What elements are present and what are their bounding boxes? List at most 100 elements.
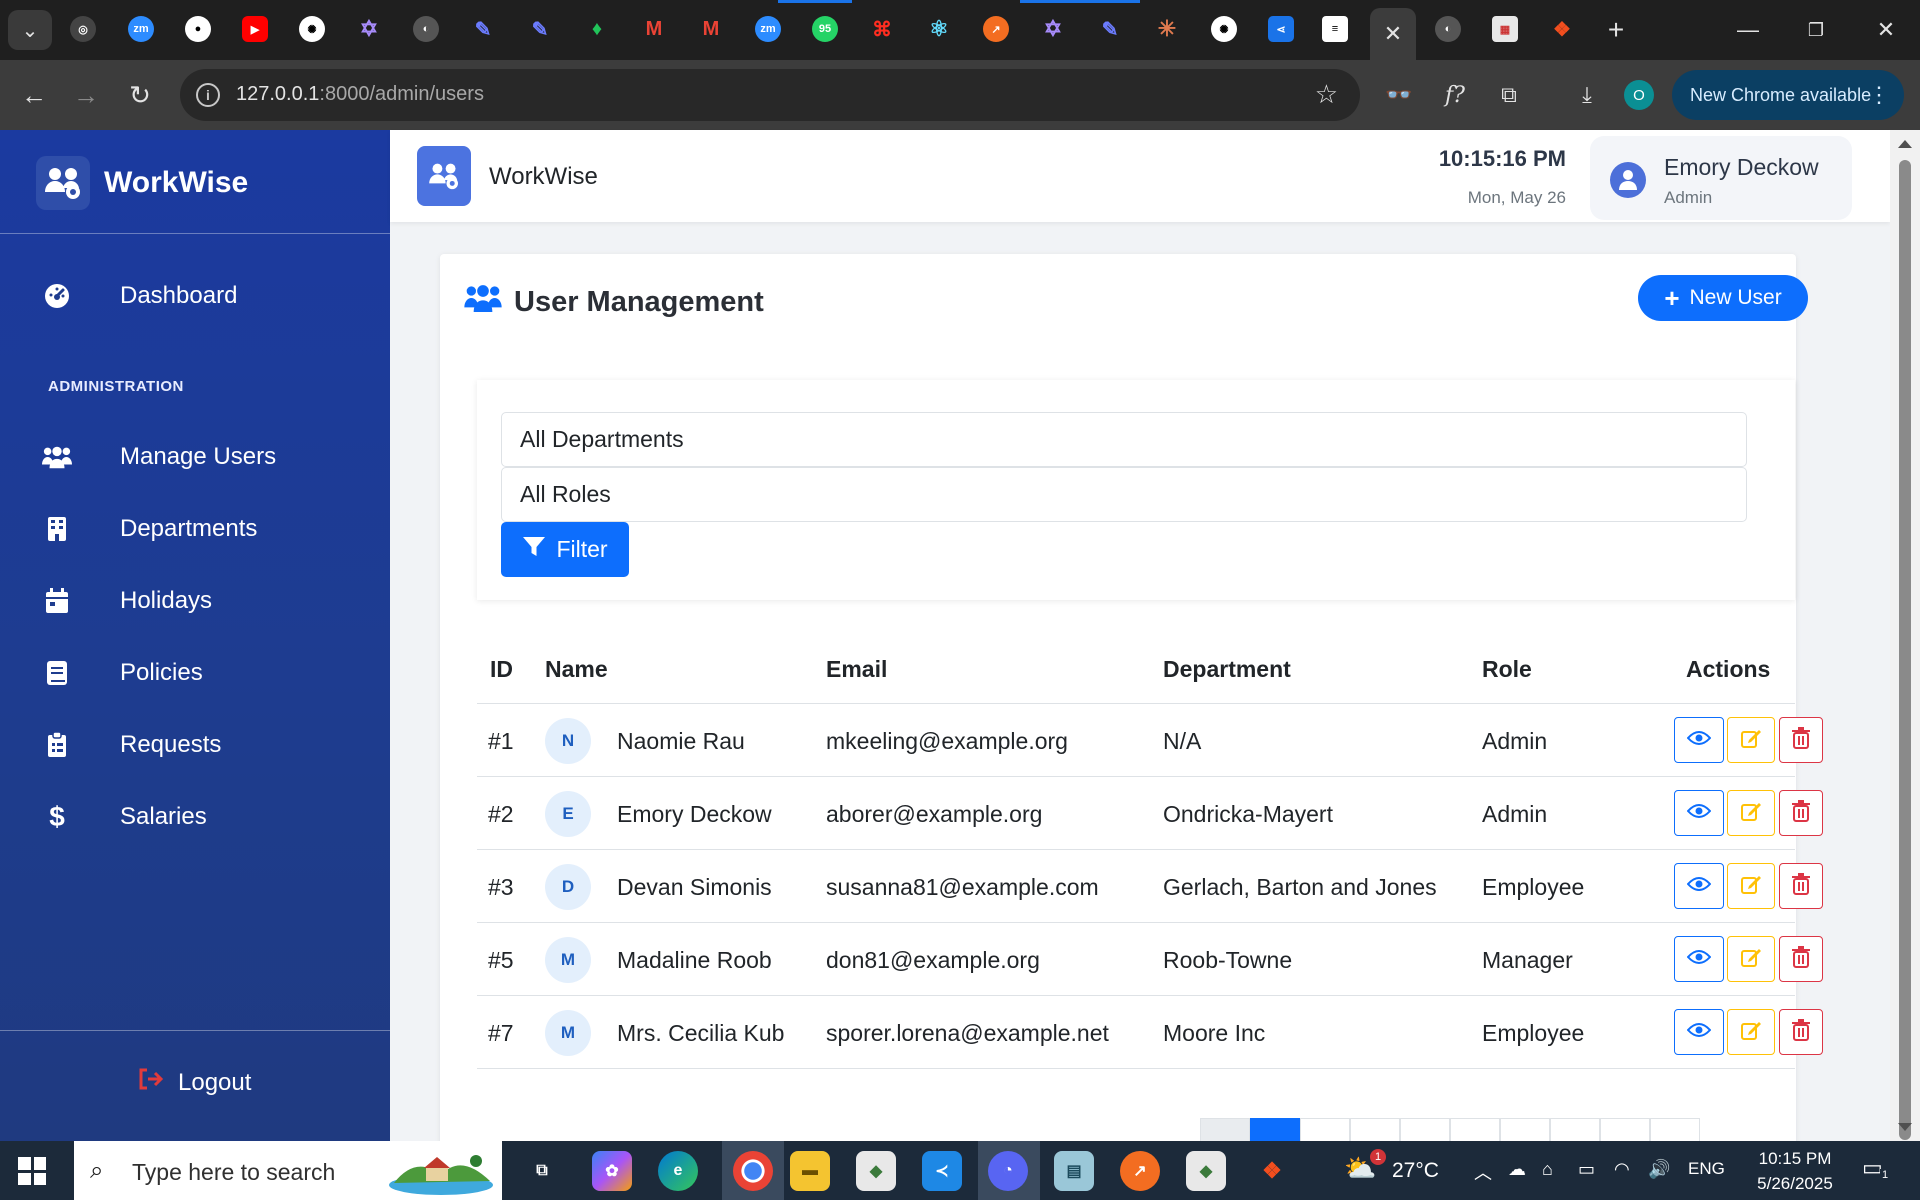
- sidebar-brand[interactable]: WorkWise: [36, 156, 248, 210]
- extension-font-icon[interactable]: f?: [1438, 78, 1472, 112]
- chrome-tab-icon[interactable]: ◎: [70, 16, 96, 42]
- gmail-tab-icon[interactable]: M: [698, 16, 724, 42]
- sidebar-item-requests[interactable]: Requests: [0, 715, 390, 775]
- edit-button[interactable]: [1727, 717, 1775, 763]
- terminal-tab-icon[interactable]: ≡: [1322, 16, 1348, 42]
- openai-tab-icon[interactable]: ✺: [299, 16, 325, 42]
- discord-icon[interactable]: ◔: [988, 1151, 1028, 1191]
- share-tab-icon[interactable]: ⋖: [1268, 16, 1294, 42]
- claude-tab-icon[interactable]: ✳: [1154, 16, 1180, 42]
- zoom-tab-icon[interactable]: zm: [128, 16, 154, 42]
- chrome-icon[interactable]: [733, 1151, 773, 1191]
- deepseek-tab-icon[interactable]: ✎: [470, 16, 496, 42]
- delete-button[interactable]: [1779, 936, 1823, 982]
- taskbar-search[interactable]: ⌕ Type here to search: [74, 1141, 502, 1200]
- gmail-tab-icon[interactable]: M: [641, 16, 667, 42]
- page-current[interactable]: [1250, 1118, 1300, 1142]
- sidebar-item-departments[interactable]: Departments: [0, 499, 390, 559]
- notification-icon[interactable]: ▭ 1: [1862, 1155, 1896, 1187]
- globe-tab-icon[interactable]: ◐: [1435, 16, 1461, 42]
- volume-icon[interactable]: 🔊: [1648, 1159, 1670, 1180]
- active-tab-close-icon[interactable]: ✕: [1370, 8, 1416, 60]
- logout-button[interactable]: Logout: [138, 1068, 251, 1097]
- taskbar-clock[interactable]: 10:15 PM 5/26/2025: [1740, 1146, 1850, 1196]
- minimize-window-button[interactable]: —: [1720, 10, 1776, 50]
- view-button[interactable]: [1674, 1009, 1724, 1055]
- mongodb-tab-icon[interactable]: ♦: [584, 16, 610, 42]
- github-tab-icon[interactable]: ●: [185, 16, 211, 42]
- windows-start-button[interactable]: [18, 1157, 46, 1185]
- git-app-icon[interactable]: ◆: [856, 1151, 896, 1191]
- star-tab-icon[interactable]: ✡: [1040, 16, 1066, 42]
- image-tab-icon[interactable]: ▦: [1492, 16, 1518, 42]
- site-info-icon[interactable]: i: [196, 83, 220, 107]
- view-button[interactable]: [1674, 863, 1724, 909]
- extension-glasses-icon[interactable]: 👓: [1382, 78, 1416, 112]
- scroll-thumb[interactable]: [1899, 160, 1911, 1140]
- copilot-icon[interactable]: ✿: [592, 1151, 632, 1191]
- page-link[interactable]: [1300, 1118, 1350, 1142]
- figma-icon[interactable]: ❖: [1252, 1151, 1292, 1191]
- language-indicator[interactable]: ENG: [1688, 1159, 1725, 1179]
- header-department[interactable]: Department: [1163, 656, 1291, 683]
- sidebar-item-manage-users[interactable]: Manage Users: [0, 427, 390, 487]
- file-explorer-icon[interactable]: ▬: [790, 1151, 830, 1191]
- back-button[interactable]: ←: [14, 75, 54, 115]
- cloud-sync-icon[interactable]: ☁: [1508, 1159, 1526, 1180]
- bookmark-star-icon[interactable]: ☆: [1315, 79, 1338, 110]
- view-button[interactable]: [1674, 790, 1724, 836]
- profile-avatar[interactable]: O: [1624, 80, 1654, 110]
- page-link[interactable]: [1450, 1118, 1500, 1142]
- close-window-button[interactable]: ✕: [1858, 10, 1914, 50]
- scroll-down-arrow-icon[interactable]: [1898, 1123, 1912, 1131]
- edit-button[interactable]: [1727, 863, 1775, 909]
- vscode-icon[interactable]: ≺: [922, 1151, 962, 1191]
- figma-tab-icon[interactable]: ❖: [1549, 16, 1575, 42]
- globe-tab-icon[interactable]: ◐: [413, 16, 439, 42]
- task-view-icon[interactable]: ⧉: [522, 1151, 562, 1191]
- postman-icon[interactable]: ↗: [1120, 1151, 1160, 1191]
- header-id[interactable]: ID: [490, 656, 513, 683]
- header-email[interactable]: Email: [826, 656, 887, 683]
- header-role[interactable]: Role: [1482, 656, 1532, 683]
- edit-button[interactable]: [1727, 1009, 1775, 1055]
- restore-window-button[interactable]: ❐: [1788, 10, 1844, 50]
- page-link[interactable]: [1400, 1118, 1450, 1142]
- delete-button[interactable]: [1779, 717, 1823, 763]
- deepseek-tab-icon[interactable]: ✎: [1097, 16, 1123, 42]
- network-status-icon[interactable]: ⌂: [1542, 1159, 1553, 1180]
- page-scrollbar[interactable]: [1890, 130, 1920, 1141]
- edge-icon[interactable]: e: [658, 1151, 698, 1191]
- page-link[interactable]: [1600, 1118, 1650, 1142]
- page-link[interactable]: [1550, 1118, 1600, 1142]
- header-name[interactable]: Name: [545, 656, 608, 683]
- page-link[interactable]: [1350, 1118, 1400, 1142]
- delete-button[interactable]: [1779, 863, 1823, 909]
- user-menu[interactable]: Emory Deckow Admin: [1590, 136, 1852, 220]
- page-link[interactable]: [1500, 1118, 1550, 1142]
- zoom-tab-icon[interactable]: zm: [755, 16, 781, 42]
- openai-tab-icon[interactable]: ✺: [1211, 16, 1237, 42]
- tab-search-button[interactable]: ⌄: [8, 10, 52, 50]
- sidebar-item-salaries[interactable]: $ Salaries: [0, 787, 390, 847]
- reload-button[interactable]: ↻: [120, 75, 160, 115]
- deepseek-tab-icon[interactable]: ✎: [527, 16, 553, 42]
- department-select[interactable]: All Departments: [501, 412, 1747, 467]
- sidebar-item-policies[interactable]: Policies: [0, 643, 390, 703]
- wifi-icon[interactable]: ◠: [1614, 1159, 1630, 1180]
- edit-button[interactable]: [1727, 936, 1775, 982]
- new-user-button[interactable]: + New User: [1638, 275, 1808, 321]
- forward-button[interactable]: →: [66, 75, 106, 115]
- battery-icon[interactable]: ▭: [1578, 1159, 1595, 1180]
- whatsapp-tab-icon[interactable]: 95: [812, 16, 838, 42]
- laravel-tab-icon[interactable]: ⌘: [869, 16, 895, 42]
- page-prev[interactable]: [1200, 1118, 1250, 1142]
- scroll-up-arrow-icon[interactable]: [1898, 140, 1912, 148]
- edit-button[interactable]: [1727, 790, 1775, 836]
- weather-temperature[interactable]: 27°C: [1392, 1159, 1439, 1183]
- extensions-puzzle-icon[interactable]: ⧉: [1492, 78, 1526, 112]
- react-tab-icon[interactable]: ⚛: [926, 16, 952, 42]
- delete-button[interactable]: [1779, 790, 1823, 836]
- delete-button[interactable]: [1779, 1009, 1823, 1055]
- page-link[interactable]: [1650, 1118, 1700, 1142]
